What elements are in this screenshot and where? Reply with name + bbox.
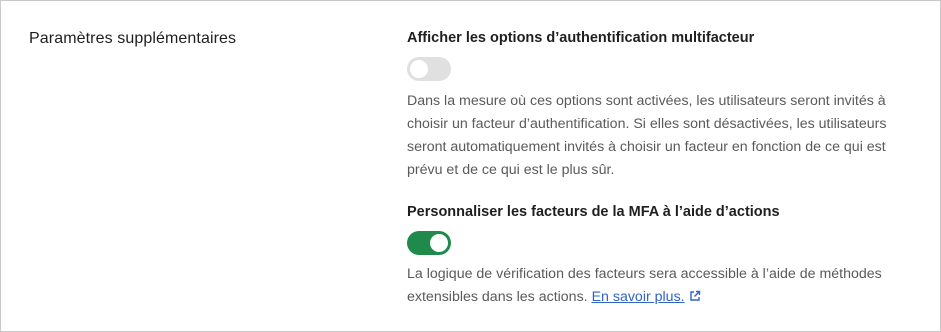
customize-factors-description: La logique de vérification des facteurs … <box>407 263 922 310</box>
learn-more-link-label: En savoir plus. <box>591 289 685 305</box>
mfa-options-description: Dans la mesure où ces options sont activ… <box>407 93 887 178</box>
section-title: Paramètres supplémentaires <box>29 30 237 47</box>
external-link-icon[interactable] <box>689 287 701 310</box>
mfa-options-toggle[interactable] <box>407 57 451 81</box>
customize-factors-title: Personnaliser les facteurs de la MFA à l… <box>407 204 780 220</box>
settings-panel: Paramètres supplémentaires Afficher les … <box>0 0 941 332</box>
learn-more-link[interactable]: En savoir plus. <box>592 289 685 305</box>
customize-factors-toggle[interactable] <box>407 231 451 255</box>
toggle-knob <box>410 60 428 78</box>
toggle-knob <box>430 234 448 252</box>
mfa-options-title: Afficher les options d’authentification … <box>407 30 755 46</box>
